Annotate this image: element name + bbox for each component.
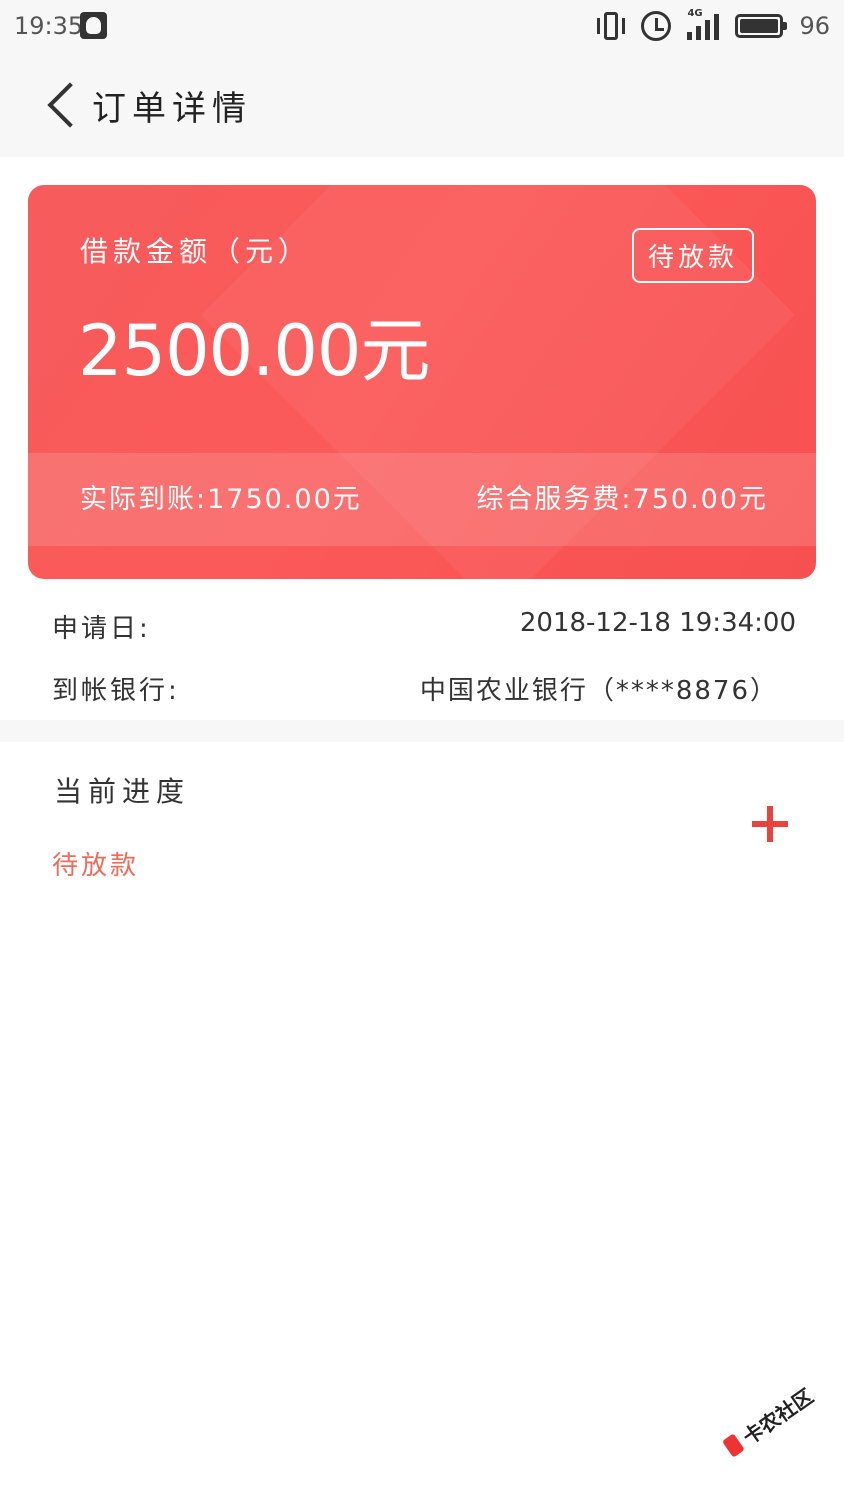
apply-date-label: 申请日:	[52, 614, 151, 644]
nav-bar: 订单详情	[0, 55, 844, 157]
status-time: 19:35	[14, 12, 84, 40]
bank-row: 到帐银行: 中国农业银行（****8876）	[52, 670, 796, 710]
status-bar: 19:35 4G 96	[0, 0, 844, 55]
apply-date-value: 2018-12-18 19:34:00	[519, 608, 796, 638]
status-badge: 待放款	[631, 228, 754, 283]
alarm-icon	[641, 11, 672, 41]
battery-icon	[735, 14, 788, 38]
plus-icon[interactable]	[752, 806, 788, 842]
network-type-label: 4G	[687, 8, 703, 19]
bank-label: 到帐银行:	[52, 676, 180, 706]
bank-value: 中国农业银行（****8876）	[419, 676, 778, 706]
page-title: 订单详情	[92, 89, 252, 129]
section-divider	[0, 720, 844, 742]
signal-icon: 4G	[687, 8, 720, 40]
qq-notification-icon	[80, 12, 107, 39]
actual-received: 实际到账:1750.00元	[80, 484, 362, 515]
apply-date-row: 申请日: 2018-12-18 19:34:00	[52, 608, 796, 648]
watermark-logo-icon	[721, 1433, 745, 1458]
battery-level: 96	[799, 12, 830, 40]
card-summary-strip: 实际到账:1750.00元 综合服务费:750.00元	[28, 453, 816, 546]
status-icons: 4G 96	[597, 8, 830, 42]
watermark-text: 卡农社区	[738, 1383, 818, 1450]
loan-amount-label: 借款金额（元）	[80, 235, 312, 268]
progress-status: 待放款	[52, 851, 140, 881]
watermark: 卡农社区	[713, 1372, 824, 1470]
vibrate-icon	[597, 12, 626, 40]
service-fee: 综合服务费:750.00元	[476, 484, 768, 515]
progress-title: 当前进度	[54, 775, 191, 808]
back-icon[interactable]	[44, 81, 84, 129]
loan-amount-value: 2500.00元	[78, 310, 430, 392]
loan-amount-card: 借款金额（元） 待放款 2500.00元 实际到账:1750.00元 综合服务费…	[28, 185, 816, 579]
